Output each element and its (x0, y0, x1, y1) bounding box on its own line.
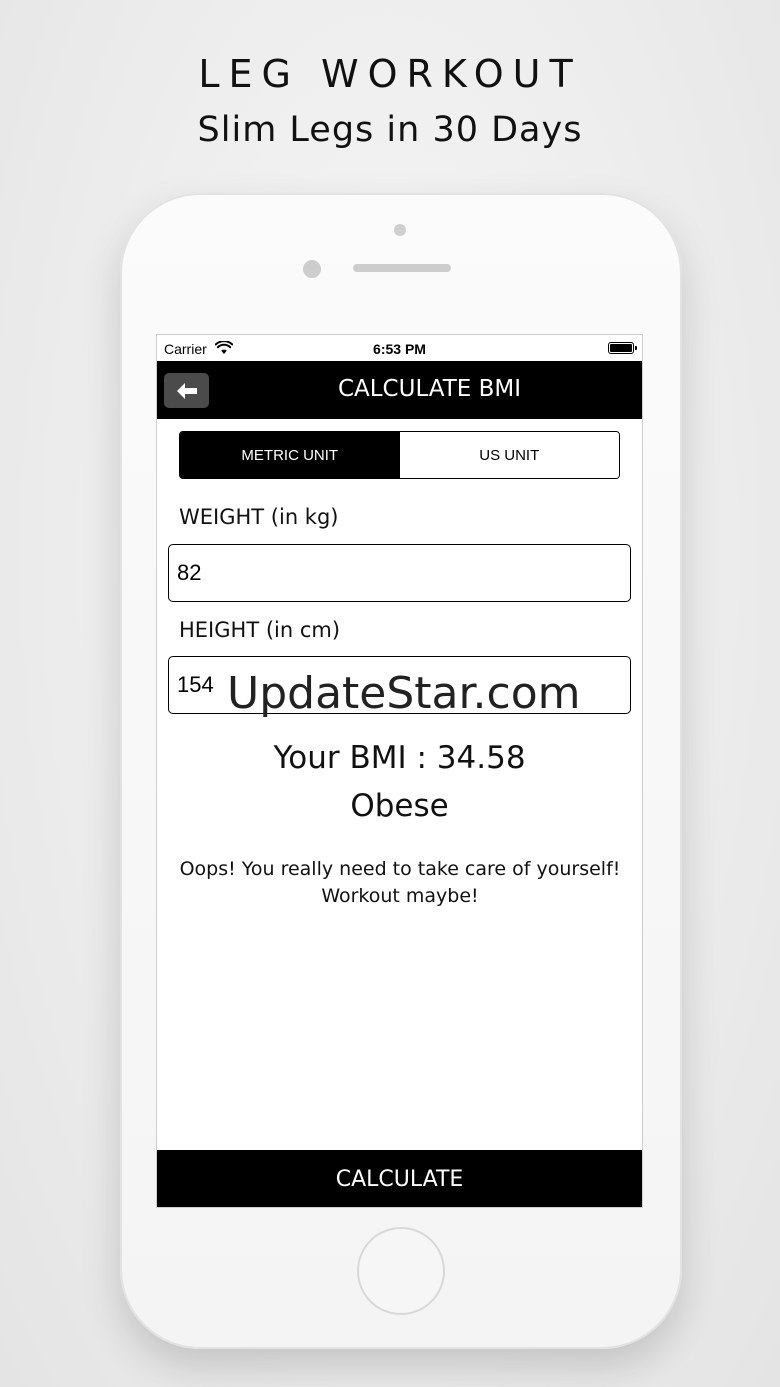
battery-level-fill (610, 344, 632, 352)
status-bar: Carrier 6:53 PM (157, 335, 642, 361)
promo-title: LEG WORKOUT (198, 52, 582, 96)
earpiece-speaker (353, 264, 451, 272)
home-button[interactable] (357, 1227, 445, 1315)
weight-label: WEIGHT (in kg) (179, 505, 339, 529)
advice-line-1: Oops! You really need to take care of yo… (179, 858, 621, 880)
calculate-button[interactable]: CALCULATE (157, 1150, 642, 1207)
advice-line-2: Workout maybe! (321, 885, 479, 907)
bmi-result: Your BMI : 34.58 (273, 740, 526, 776)
front-camera (394, 224, 406, 236)
page-title: CALCULATE BMI (337, 376, 522, 402)
navigation-bar: CALCULATE BMI (157, 361, 642, 419)
battery-icon (608, 342, 637, 354)
bmi-category: Obese (350, 788, 449, 824)
status-time: 6:53 PM (373, 341, 426, 357)
height-label: HEIGHT (in cm) (179, 618, 341, 642)
promo-subtitle: Slim Legs in 30 Days (197, 110, 583, 150)
app-screen: Carrier 6:53 PM CALCULATE BMI METRIC UNI… (156, 334, 643, 1208)
weight-field[interactable] (168, 544, 631, 602)
height-field[interactable] (168, 656, 631, 714)
tab-us-unit[interactable]: US UNIT (399, 432, 619, 478)
proximity-sensor (303, 260, 321, 278)
unit-segmented-control: METRIC UNIT US UNIT (179, 431, 620, 479)
tab-metric-unit[interactable]: METRIC UNIT (180, 432, 400, 478)
advice-text: Oops! You really need to take care of yo… (177, 856, 623, 910)
bottom-spacer (157, 1078, 642, 1150)
